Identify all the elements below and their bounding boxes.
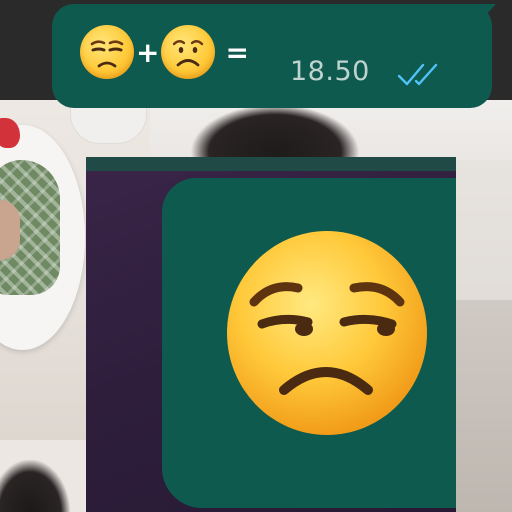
background-hair bbox=[190, 104, 360, 164]
equals-sign: = bbox=[225, 35, 249, 69]
screen: + = 18.50 bbox=[0, 0, 512, 512]
background-hair-bottom bbox=[0, 460, 70, 512]
unamused-face-icon bbox=[80, 25, 134, 79]
unamused-face-large-icon bbox=[226, 230, 428, 436]
read-double-check-icon bbox=[396, 62, 446, 93]
message-text: + = bbox=[80, 22, 251, 82]
zoomed-panel-top-edge bbox=[86, 157, 456, 171]
amount-text: 18.50 bbox=[290, 56, 370, 87]
frowning-face-icon bbox=[161, 25, 216, 79]
background-photo-right-lower bbox=[455, 300, 512, 512]
plus-sign: + bbox=[136, 35, 160, 69]
